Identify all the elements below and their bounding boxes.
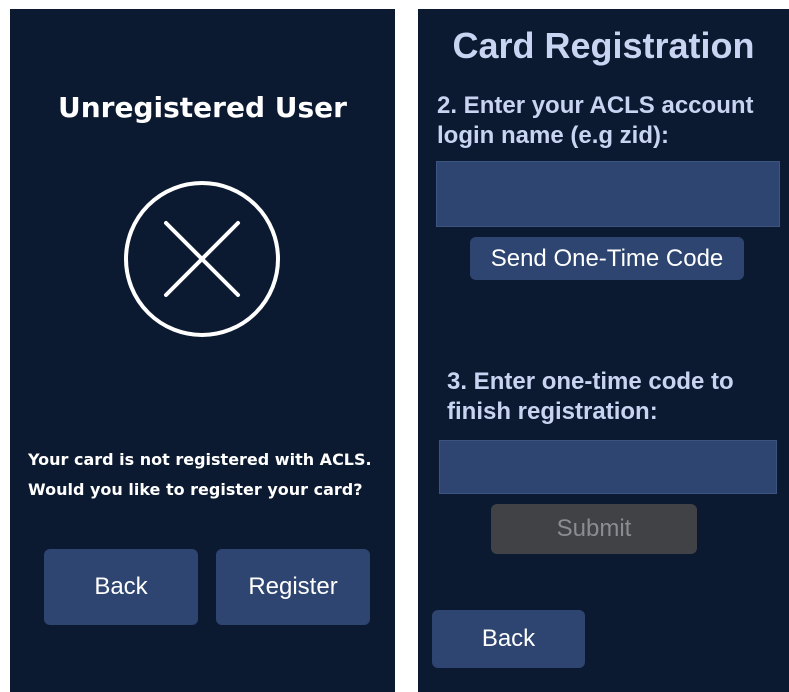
screen-title: Card Registration [452, 25, 755, 66]
card-registration-screen: Card Registration 2. Enter your ACLS acc… [418, 9, 789, 692]
send-one-time-code-button[interactable]: Send One-Time Code [470, 237, 744, 280]
one-time-code-input[interactable] [439, 440, 777, 494]
login-name-label: 2. Enter your ACLS account login name (e… [437, 92, 754, 149]
message-line: Your card is not registered with ACLS. [28, 450, 372, 469]
back-button[interactable]: Back [432, 610, 585, 668]
submit-button[interactable]: Submit [491, 504, 697, 554]
unregistered-user-screen: Unregistered User Your card is not regis… [10, 9, 395, 692]
back-button[interactable]: Back [44, 549, 198, 625]
screen-title: Unregistered User [58, 91, 347, 124]
login-name-input[interactable] [436, 161, 780, 227]
message-line: Would you like to register your card? [28, 480, 363, 499]
one-time-code-label: 3. Enter one-time code to finish registr… [447, 368, 734, 425]
register-button[interactable]: Register [216, 549, 370, 625]
x-circle-icon [124, 181, 280, 337]
unregistered-message: Your card is not registered with ACLS. W… [28, 445, 390, 505]
